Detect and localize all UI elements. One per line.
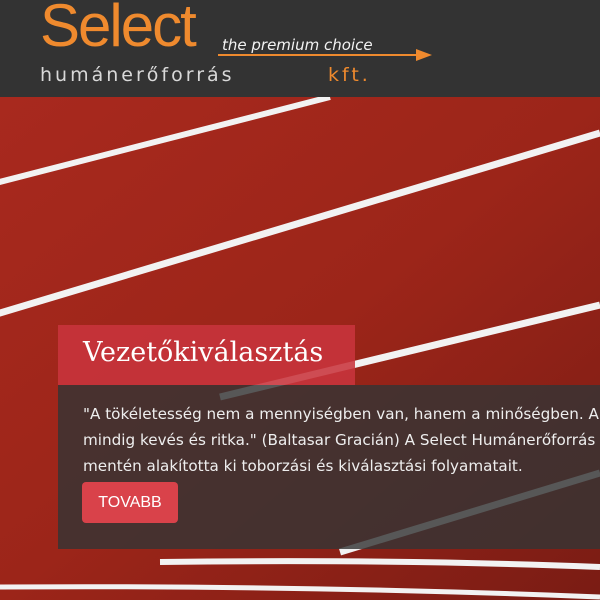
tovabb-button[interactable]: TOVABB [82,482,178,523]
description-line-1: "A tökéletesség nem a mennyiségben van, … [83,405,599,423]
company-logo[interactable]: Select the premium choice humánerőforrás… [38,0,432,90]
logo-wordmark: Select [40,0,197,59]
logo-subtitle: humánerőforrás [40,64,235,86]
description-line-3: mentén alakította ki toborzási és kivála… [83,457,523,475]
hero-banner: Vezetőkiválasztás "A tökéletesség nem a … [0,97,600,600]
description-line-2: mindig kevés és ritka." (Baltasar Graciá… [83,431,596,449]
logo-suffix: kft. [328,64,371,86]
slide-title-box: Vezetőkiválasztás [58,325,355,385]
site-header: Select the premium choice humánerőforrás… [0,0,600,97]
logo-arrow-icon [218,49,432,61]
slide-description-box: "A tökéletesség nem a mennyiségben van, … [58,385,600,549]
slide-title: Vezetőkiválasztás [83,337,324,368]
slide-description: "A tökéletesség nem a mennyiségben van, … [83,401,600,479]
